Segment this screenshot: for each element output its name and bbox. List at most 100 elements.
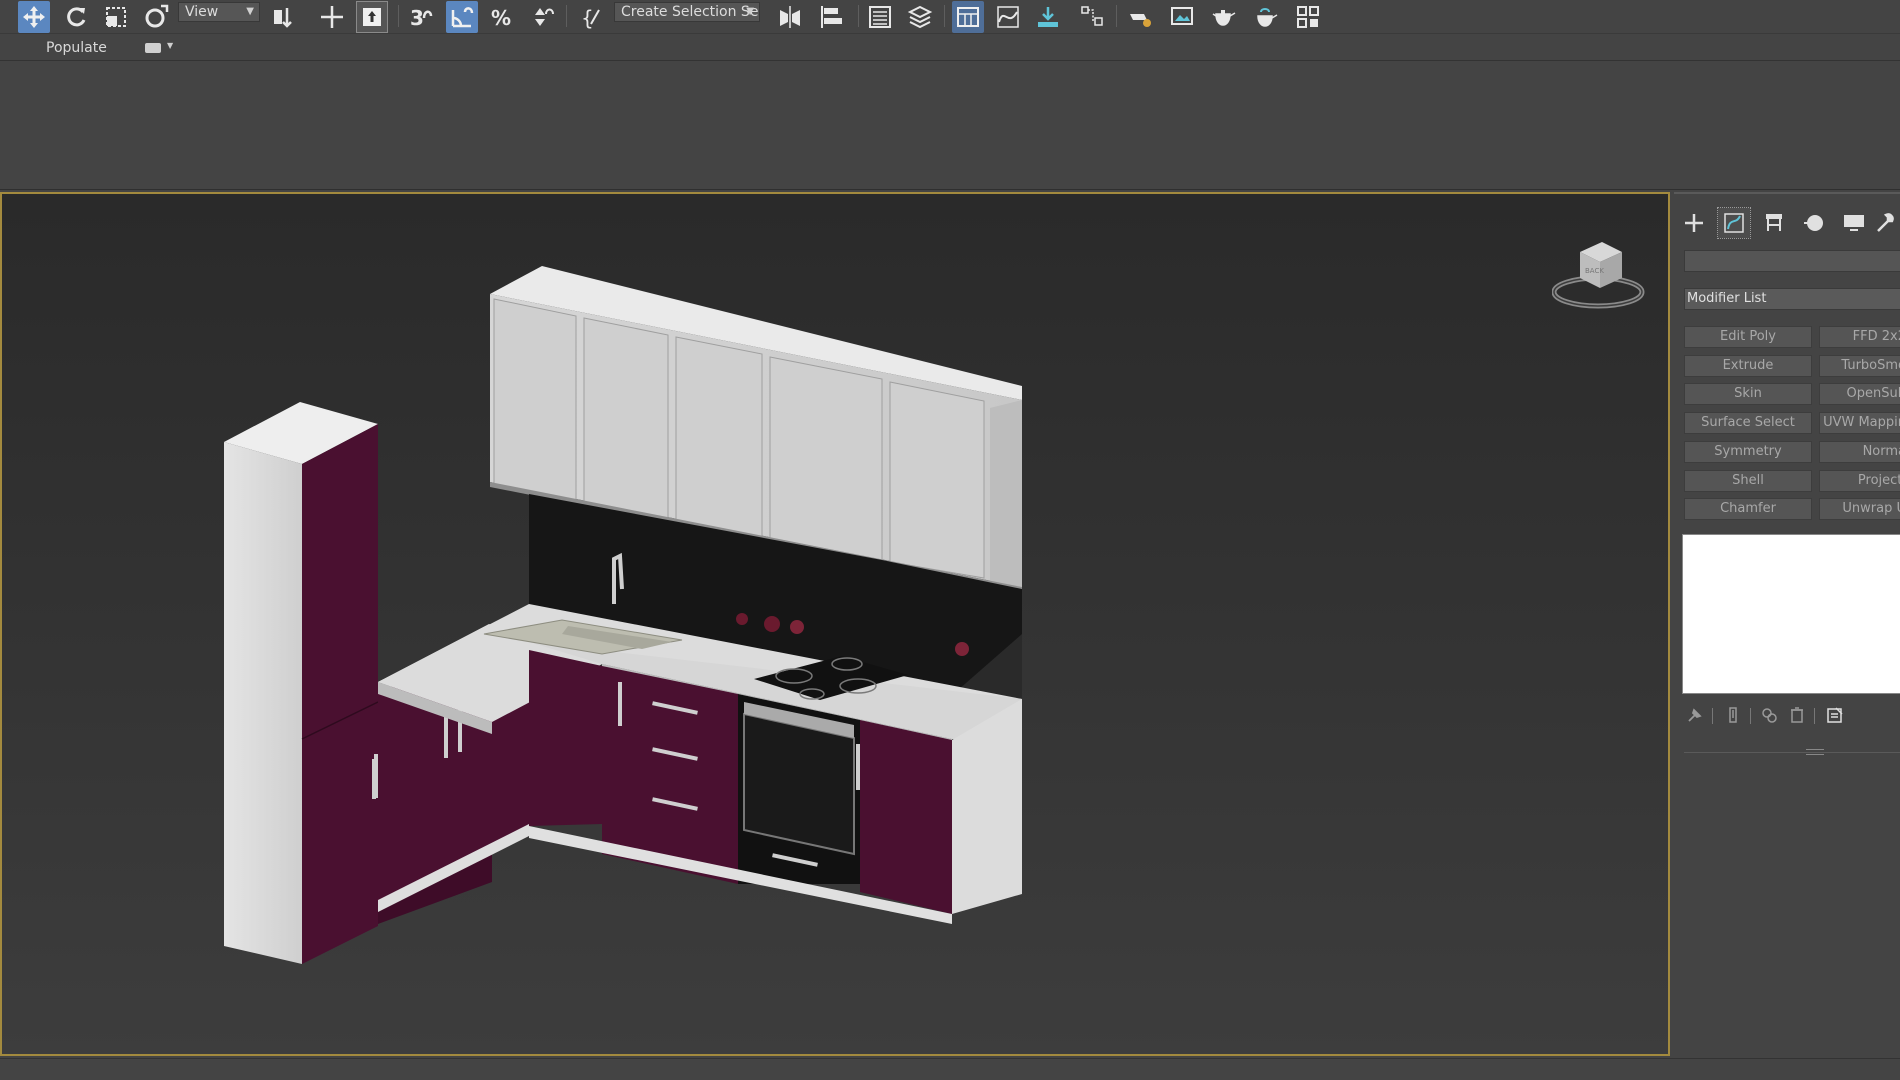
ribbon-tab-bar: Populate ▼: [0, 35, 1900, 61]
extrude-button[interactable]: Extrude: [1684, 355, 1812, 377]
surface-select-button[interactable]: Surface Select: [1684, 412, 1812, 434]
ffd-2x2-button[interactable]: FFD 2x2: [1819, 326, 1900, 348]
tall-cabinet: [224, 402, 379, 964]
stack-toolbar-separator: [1750, 708, 1751, 724]
spinner-snap-button[interactable]: [526, 1, 558, 33]
ribbon-panel: [0, 62, 1900, 190]
edit-named-selection-button[interactable]: {: [576, 1, 608, 33]
toolbar-separator: [858, 5, 859, 27]
select-scale-button[interactable]: [100, 1, 132, 33]
material-editor-button[interactable]: [1076, 1, 1108, 33]
viewcube-icon[interactable]: BACK: [1552, 238, 1646, 312]
configure-modifier-sets-button[interactable]: [1824, 704, 1846, 726]
keyboard-shortcut-override-button[interactable]: [356, 1, 388, 33]
select-manipulate-button[interactable]: [316, 1, 348, 33]
tab-utilities[interactable]: [1874, 208, 1900, 238]
opensubdiv-button[interactable]: OpenSub: [1819, 383, 1900, 405]
uvw-mapping-button[interactable]: UVW Mappin: [1819, 412, 1900, 434]
move-icon: [23, 6, 45, 28]
schematic-view-icon: [1038, 7, 1058, 27]
make-unique-button[interactable]: [1758, 704, 1780, 726]
projection-button[interactable]: Projecti: [1819, 470, 1900, 492]
modifier-stack-list[interactable]: [1682, 534, 1900, 694]
scale-icon: [106, 7, 126, 27]
select-place-button[interactable]: [140, 1, 172, 33]
mirror-icon: [780, 6, 800, 28]
tab-display[interactable]: [1838, 208, 1870, 238]
named-selection-dropdown[interactable]: Create Selection Se ▼: [614, 2, 760, 22]
keyboard-shortcut-icon: [363, 8, 381, 26]
select-move-button[interactable]: [18, 1, 50, 33]
modifier-list-dropdown[interactable]: Modifier List: [1684, 288, 1900, 310]
show-end-result-button[interactable]: [1722, 704, 1744, 726]
render-production-button[interactable]: [1208, 1, 1240, 33]
display-icon: [1844, 215, 1864, 231]
kitchen-scene: [224, 266, 1022, 964]
snaps-toggle-button[interactable]: 3: [404, 1, 436, 33]
scene-explorer-button[interactable]: [864, 1, 896, 33]
app-window: View ▼ 3 % { Create Selection Se ▼ Popul…: [0, 0, 1900, 1080]
render-in-cloud-button[interactable]: [1250, 1, 1282, 33]
schematic-view-button[interactable]: [1032, 1, 1064, 33]
manipulate-icon: [321, 6, 343, 28]
stack-toolbar-separator: [1814, 708, 1815, 724]
use-pivot-button[interactable]: [268, 1, 300, 33]
skin-button[interactable]: Skin: [1684, 383, 1812, 405]
rollout-divider: [1684, 752, 1900, 753]
resize-grip-icon[interactable]: [1806, 749, 1824, 755]
chamfer-button[interactable]: Chamfer: [1684, 498, 1812, 520]
select-rotate-button[interactable]: [60, 1, 92, 33]
mirror-button[interactable]: [774, 1, 806, 33]
edit-poly-button[interactable]: Edit Poly: [1684, 326, 1812, 348]
tab-modify[interactable]: [1717, 207, 1751, 239]
object-name-field[interactable]: [1684, 250, 1900, 272]
pin-stack-button[interactable]: [1684, 704, 1706, 726]
layer-explorer-button[interactable]: [904, 1, 936, 33]
spinner-snap-icon: [535, 8, 554, 26]
angle-snap-icon: [451, 7, 474, 28]
remove-modifier-icon: [1791, 707, 1803, 723]
curve-editor-button[interactable]: [992, 1, 1024, 33]
symmetry-button[interactable]: Symmetry: [1684, 441, 1812, 463]
perspective-viewport[interactable]: BACK: [0, 192, 1670, 1056]
normal-button[interactable]: Norma: [1819, 441, 1900, 463]
toggle-ribbon-button[interactable]: [952, 1, 984, 33]
chevron-down-icon[interactable]: ▼: [167, 41, 173, 50]
reference-coordinate-label: View: [185, 4, 219, 20]
percent-snap-icon: %: [491, 6, 511, 30]
tab-create[interactable]: [1678, 208, 1710, 238]
status-bar: [0, 1058, 1900, 1080]
motion-icon: [1804, 215, 1823, 231]
show-end-result-icon: [1729, 707, 1737, 723]
angle-snap-button[interactable]: [446, 1, 478, 33]
curve-editor-icon: [997, 6, 1019, 28]
hierarchy-icon: [1766, 214, 1782, 231]
tab-motion[interactable]: [1798, 208, 1830, 238]
remove-modifier-button[interactable]: [1786, 704, 1808, 726]
render-cloud-icon: [1257, 8, 1278, 27]
ribbon-minimize-icon[interactable]: [145, 43, 161, 53]
render-shortcuts-button[interactable]: [1292, 1, 1324, 33]
rendered-frame-window-button[interactable]: [1166, 1, 1198, 33]
material-editor-icon: [1081, 6, 1103, 26]
turbosmooth-button[interactable]: TurboSmo: [1819, 355, 1900, 377]
stack-toolbar-separator: [1712, 708, 1713, 724]
main-toolbar: View ▼ 3 % { Create Selection Se ▼: [0, 0, 1900, 34]
reference-coordinate-dropdown[interactable]: View ▼: [178, 2, 260, 22]
place-icon: [145, 4, 169, 28]
modify-icon: [1724, 213, 1744, 233]
align-button[interactable]: [816, 1, 848, 33]
percent-snap-button[interactable]: %: [486, 1, 518, 33]
named-selection-icon: {: [581, 6, 600, 30]
tab-hierarchy[interactable]: [1758, 208, 1790, 238]
scene-explorer-icon: [869, 6, 891, 28]
snap-3d-icon: 3: [410, 6, 433, 30]
unwrap-uvw-button[interactable]: Unwrap U: [1819, 498, 1900, 520]
layer-explorer-icon: [907, 5, 933, 29]
named-selection-label: Create Selection Se: [621, 4, 759, 20]
shell-button[interactable]: Shell: [1684, 470, 1812, 492]
utilities-icon: [1877, 213, 1894, 232]
tab-populate[interactable]: Populate: [46, 40, 107, 56]
ribbon-icon: [957, 7, 979, 27]
render-setup-button[interactable]: [1124, 1, 1156, 33]
